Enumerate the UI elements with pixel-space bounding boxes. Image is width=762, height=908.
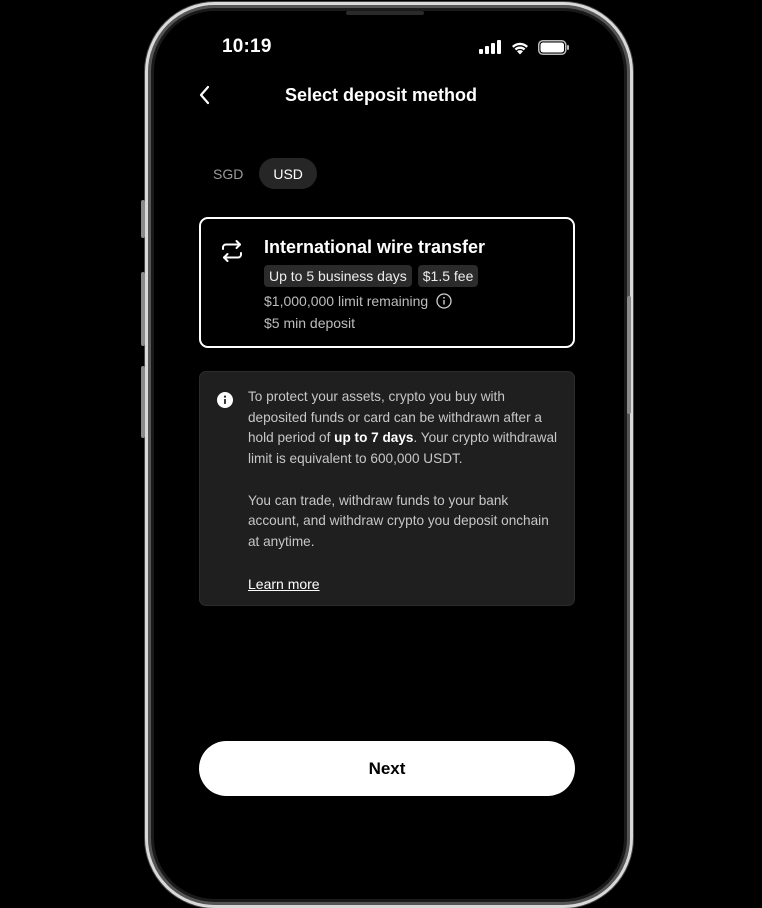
phone-action-button <box>141 200 145 238</box>
info-paragraph-2: You can trade, withdraw funds to your ba… <box>248 492 549 549</box>
method-title: International wire transfer <box>264 237 486 257</box>
next-button[interactable]: Next <box>199 741 575 796</box>
status-icons <box>478 38 570 56</box>
processing-time-badge: Up to 5 business days <box>264 265 412 287</box>
phone-volume-down-button <box>141 366 145 438</box>
info-circle-icon[interactable] <box>436 293 452 309</box>
phone-speaker <box>346 11 424 15</box>
hold-period-emphasis: up to 7 days <box>334 430 414 446</box>
battery-icon <box>538 39 569 55</box>
learn-more-link[interactable]: Learn more <box>248 576 320 592</box>
min-deposit-text: $5 min deposit <box>264 315 356 331</box>
currency-tabs: SGD USD <box>199 158 317 189</box>
limit-row: $1,000,000 limit remaining <box>264 293 452 309</box>
cellular-signal-icon <box>479 40 501 54</box>
phone-power-button <box>627 296 631 414</box>
method-card-wire-transfer[interactable]: International wire transfer Up to 5 busi… <box>199 217 575 348</box>
wifi-icon <box>512 42 528 54</box>
fee-badge: $1.5 fee <box>417 265 479 287</box>
limit-text: $1,000,000 limit remaining <box>264 293 429 309</box>
method-tags: Up to 5 business days $1.5 fee <box>264 265 479 287</box>
transfer-arrows-icon <box>222 240 242 262</box>
page-title: Select deposit method <box>284 85 478 105</box>
info-text: To protect your assets, crypto you buy w… <box>248 387 560 553</box>
info-notice: To protect your assets, crypto you buy w… <box>199 371 575 606</box>
status-time: 10:19 <box>222 36 272 57</box>
phone-volume-up-button <box>141 272 145 346</box>
info-filled-icon <box>217 392 233 408</box>
tab-sgd[interactable]: SGD <box>199 158 257 189</box>
tab-usd[interactable]: USD <box>259 158 317 189</box>
